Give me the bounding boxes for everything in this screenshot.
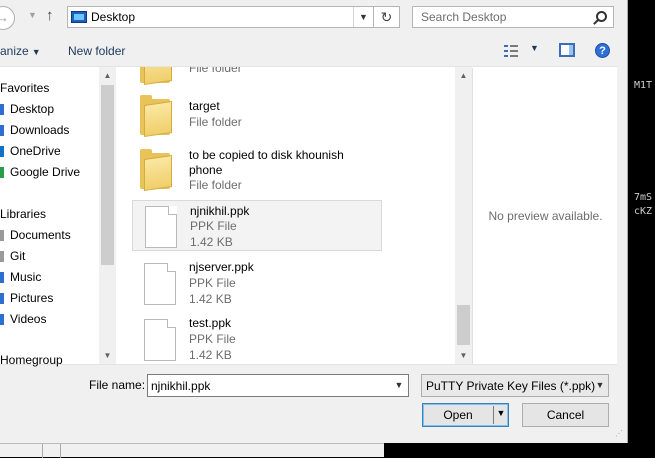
chevron-down-icon: ▼ xyxy=(595,380,605,390)
git-icon xyxy=(0,251,4,262)
split-divider xyxy=(493,406,494,424)
folder-icon xyxy=(138,95,172,137)
help-icon[interactable]: ? xyxy=(595,43,610,58)
recent-locations-chevron-icon[interactable]: ▼ xyxy=(28,10,37,20)
file-list: File folder target File folder to be cop… xyxy=(116,67,456,364)
list-item[interactable]: target File folder xyxy=(132,91,382,139)
organize-menu[interactable]: anize ▼ xyxy=(0,44,41,58)
preview-pane: No preview available. xyxy=(472,68,617,364)
google-drive-icon xyxy=(0,167,4,178)
file-name-combobox[interactable]: ▼ xyxy=(147,374,409,397)
change-view-button[interactable]: ▼ xyxy=(504,43,540,59)
file-type-select[interactable]: PuTTY Private Key Files (*.ppk) ▼ xyxy=(421,374,609,397)
list-item[interactable]: File folder xyxy=(132,67,382,85)
ppk-file-icon xyxy=(145,206,177,248)
scroll-up-icon[interactable]: ▲ xyxy=(455,67,472,84)
up-arrow-icon[interactable]: ↑ xyxy=(46,7,54,24)
scroll-down-icon[interactable]: ▼ xyxy=(455,347,472,364)
preview-pane-icon[interactable] xyxy=(559,43,575,57)
chevron-down-icon[interactable]: ▼ xyxy=(353,7,373,27)
open-file-dialog: → ▼ ↑ Desktop ▼ ↻ anize▼ New folder ▼ ? … xyxy=(0,0,628,443)
refresh-button[interactable]: ↻ xyxy=(374,6,400,28)
caret-down-icon: ▼ xyxy=(530,43,539,53)
no-preview-text: No preview available. xyxy=(488,209,603,223)
scroll-down-icon[interactable]: ▼ xyxy=(99,347,116,364)
file-type-value: PuTTY Private Key Files (*.ppk) xyxy=(426,379,596,393)
navigation-scrollbar[interactable]: ▲ ▼ xyxy=(99,67,116,364)
resize-grip-icon[interactable]: ⋰ xyxy=(615,430,625,440)
ppk-file-icon xyxy=(144,263,176,305)
ppk-file-icon xyxy=(144,319,176,361)
open-button[interactable]: Open ▼ xyxy=(422,403,509,427)
terminal-text: cKZ xyxy=(634,206,653,217)
file-name-label: File name: xyxy=(89,378,146,392)
cancel-button[interactable]: Cancel xyxy=(522,403,609,427)
search-icon[interactable] xyxy=(596,11,607,22)
list-item[interactable]: to be copied to disk khounish phone File… xyxy=(132,145,382,195)
onedrive-icon xyxy=(0,146,4,157)
list-item[interactable]: test.ppk PPK File 1.42 KB xyxy=(132,314,382,364)
list-item[interactable]: njserver.ppk PPK File 1.42 KB xyxy=(132,258,382,308)
scroll-up-icon[interactable]: ▲ xyxy=(99,67,116,84)
folder-icon xyxy=(138,67,172,85)
desktop-icon xyxy=(71,11,87,23)
pictures-icon xyxy=(0,293,4,304)
scrollbar-thumb[interactable] xyxy=(457,305,470,345)
terminal-background xyxy=(384,443,655,457)
caret-down-icon: ▼ xyxy=(31,47,41,57)
music-icon xyxy=(0,272,4,283)
new-folder-button[interactable]: New folder xyxy=(68,44,125,58)
folder-icon xyxy=(138,149,172,191)
scrollbar-thumb[interactable] xyxy=(101,85,114,265)
address-location: Desktop xyxy=(91,10,136,24)
open-button-label: Open xyxy=(443,408,473,422)
search-box[interactable] xyxy=(412,6,614,28)
list-item-selected[interactable]: njnikhil.ppk PPK File 1.42 KB xyxy=(132,200,382,251)
documents-icon xyxy=(0,230,4,241)
downloads-icon xyxy=(0,125,4,136)
terminal-text: M1T xyxy=(634,80,653,91)
address-bar[interactable]: Desktop ▼ xyxy=(67,6,374,28)
terminal-text: 7mS xyxy=(634,192,653,203)
organize-label: anize xyxy=(0,44,29,58)
underlying-window-edge xyxy=(0,443,384,458)
file-list-scrollbar[interactable]: ▲ ▼ xyxy=(455,67,472,364)
videos-icon xyxy=(0,314,4,325)
file-name-input[interactable] xyxy=(148,375,388,396)
desktop-icon xyxy=(0,104,4,115)
open-options-chevron-icon[interactable]: ▼ xyxy=(495,408,507,418)
chevron-down-icon[interactable]: ▼ xyxy=(390,375,408,396)
view-details-icon xyxy=(504,45,518,57)
search-input[interactable] xyxy=(413,7,591,27)
back-button[interactable]: → xyxy=(0,6,15,30)
